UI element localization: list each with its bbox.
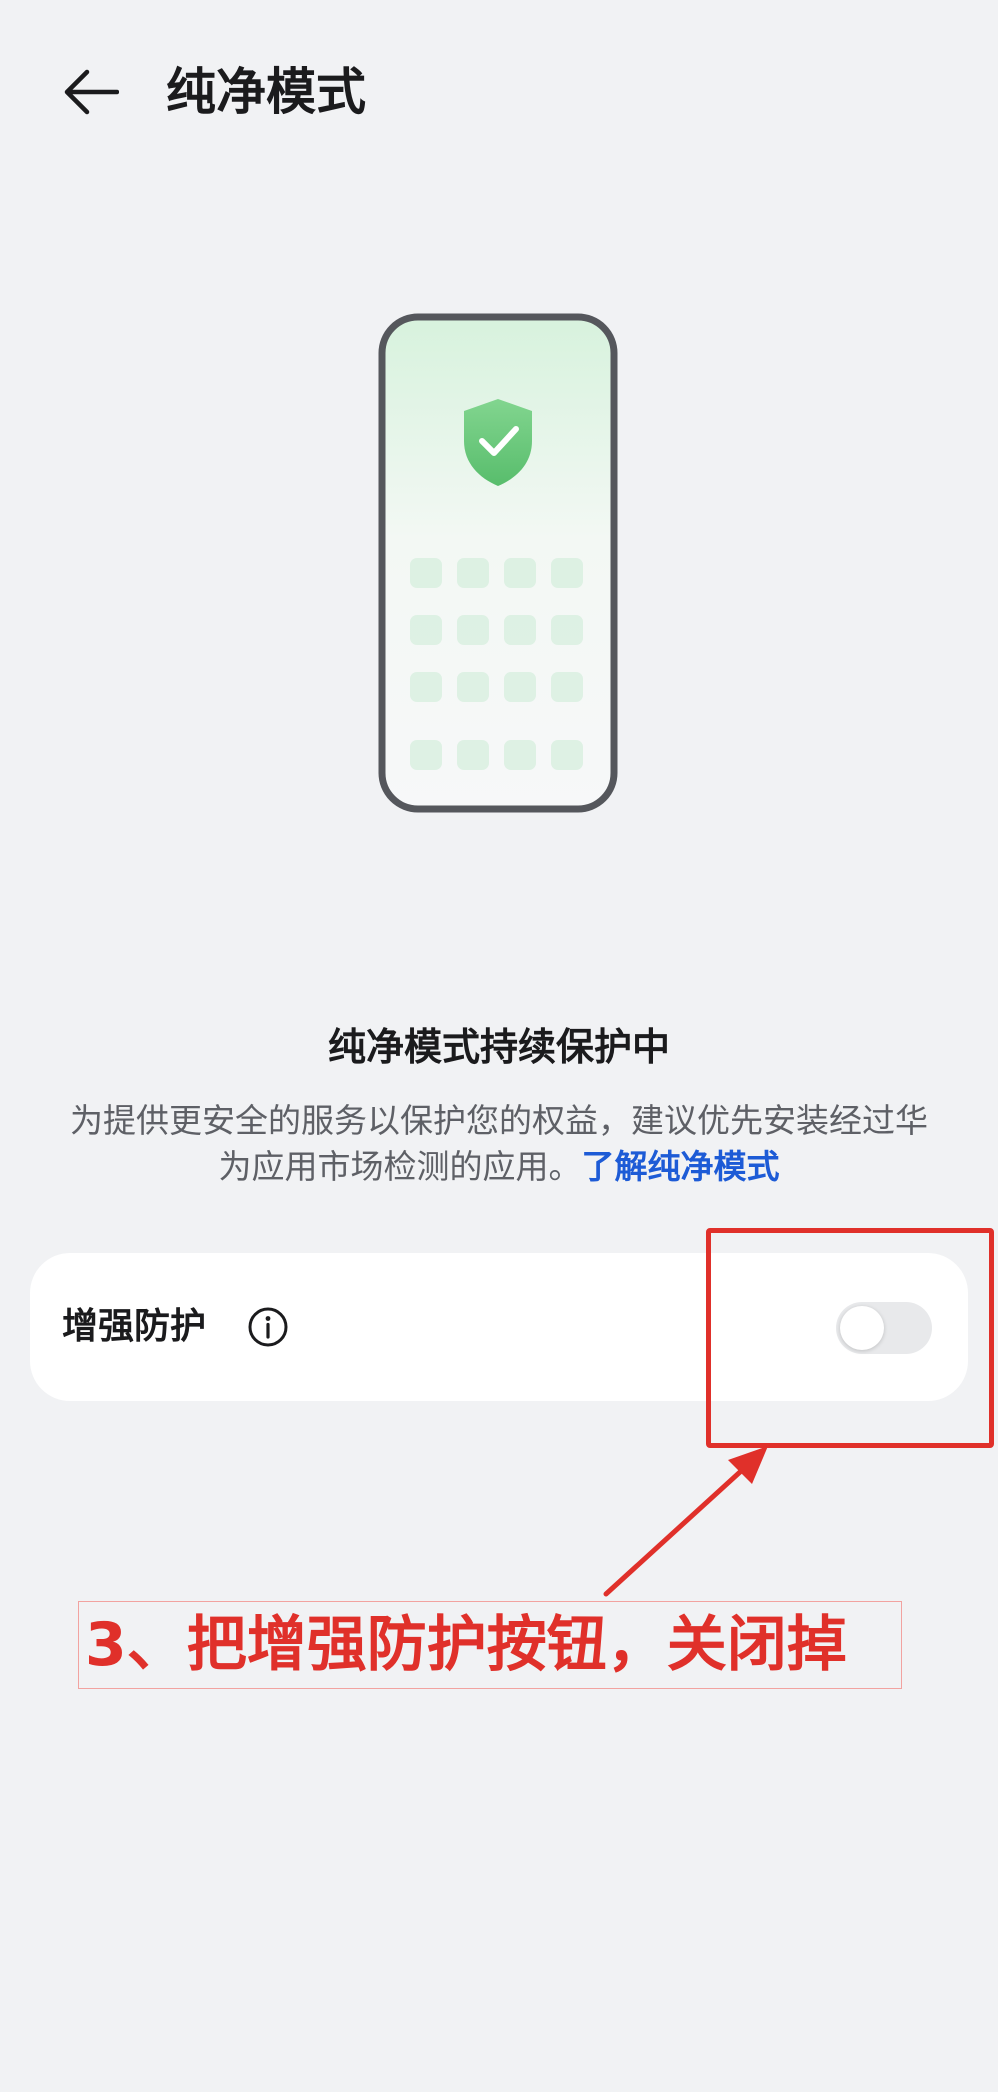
annotation-label: 3、把增强防护按钮，关闭掉: [85, 1610, 847, 1680]
learn-more-link[interactable]: 了解纯净模式: [582, 1147, 780, 1186]
info-icon[interactable]: [247, 1306, 289, 1348]
protection-status-title: 纯净模式持续保护中: [327, 1025, 670, 1069]
enhanced-protection-label: 增强防护: [62, 1306, 207, 1347]
arrow-left-icon: [64, 69, 119, 115]
app-header: 纯净模式: [0, 0, 998, 190]
protection-description: 为提供更安全的服务以保护您的权益，建议优先安装经过华为应用市场检测的应用。了解纯…: [55, 1098, 943, 1190]
page-title: 纯净模式: [166, 63, 366, 121]
annotation-label-box: 3、把增强防护按钮，关闭掉: [78, 1601, 902, 1689]
back-button[interactable]: [56, 62, 126, 122]
annotation-arrow-icon: [603, 1446, 768, 1597]
annotation-highlight-box: [706, 1228, 994, 1448]
description-text: 为提供更安全的服务以保护您的权益，建议优先安装经过华为应用市场检测的应用。: [70, 1101, 928, 1186]
phone-illustration: [378, 313, 618, 813]
